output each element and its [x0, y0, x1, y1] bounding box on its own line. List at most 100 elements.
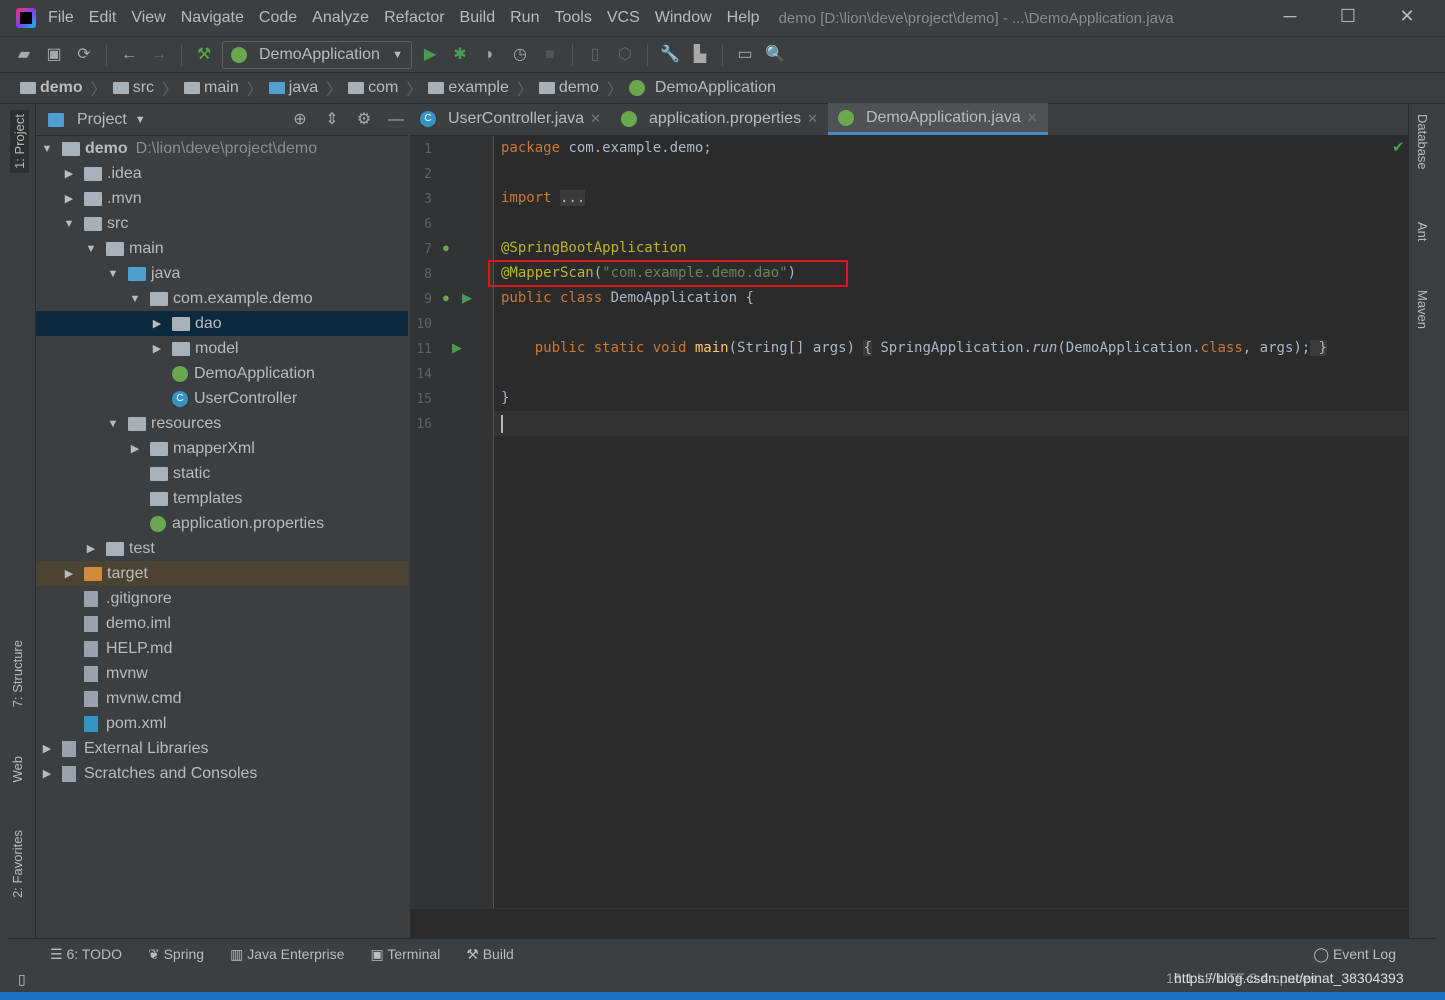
menu-file[interactable]: File — [48, 9, 74, 27]
tree-item[interactable]: ▶ dao — [36, 311, 408, 336]
collapsed-arrow-icon[interactable]: ▶ — [40, 742, 54, 755]
tree-item[interactable]: ▼ java — [36, 261, 408, 286]
tree-item[interactable]: demo.iml — [36, 611, 408, 636]
build-hammer-icon[interactable]: ⚒ — [192, 43, 216, 67]
tree-item[interactable]: pom.xml — [36, 711, 408, 736]
collapsed-arrow-icon[interactable]: ▶ — [84, 542, 98, 555]
chevron-down-icon[interactable]: ▼ — [135, 114, 146, 126]
tool-tab-todo[interactable]: ☰ 6: TODO — [50, 946, 122, 963]
tool-tab-spring[interactable]: ❦ Spring — [148, 946, 204, 963]
breadcrumb-item[interactable]: main 〉 — [184, 76, 263, 100]
maximize-button[interactable]: ☐ — [1328, 6, 1368, 27]
tree-item[interactable]: ▶ model — [36, 336, 408, 361]
expanded-arrow-icon[interactable]: ▼ — [40, 143, 54, 155]
profile-icon[interactable]: ◷ — [508, 43, 532, 67]
tool-tab-build[interactable]: ⚒ Build — [466, 946, 514, 963]
menu-code[interactable]: Code — [259, 9, 297, 27]
search-icon[interactable]: 🔍 — [763, 43, 787, 67]
breadcrumb-item[interactable]: java 〉 — [268, 76, 342, 100]
gear-icon[interactable]: ⚙ — [352, 108, 376, 132]
settings-wrench-icon[interactable]: 🔧 — [658, 43, 682, 67]
breadcrumb-item[interactable]: demo 〉 — [538, 76, 623, 100]
collapsed-arrow-icon[interactable]: ▶ — [62, 192, 76, 205]
tree-item[interactable]: mvnw — [36, 661, 408, 686]
tree-item[interactable]: ▶ External Libraries — [36, 736, 408, 761]
collapsed-arrow-icon[interactable]: ▶ — [150, 342, 164, 355]
run-configuration-select[interactable]: DemoApplication ▼ — [222, 40, 412, 69]
menu-run[interactable]: Run — [510, 9, 539, 27]
tool-tab-ant[interactable]: Ant — [1415, 222, 1430, 242]
menu-window[interactable]: Window — [655, 9, 712, 27]
tree-item[interactable]: mvnw.cmd — [36, 686, 408, 711]
breadcrumb-item[interactable]: DemoApplication — [628, 79, 776, 97]
expanded-arrow-icon[interactable]: ▼ — [106, 418, 120, 430]
tree-item[interactable]: ▼ com.example.demo — [36, 286, 408, 311]
tree-item[interactable]: ▶ .mvn — [36, 186, 408, 211]
device-icon[interactable]: ▯ — [583, 43, 607, 67]
hide-icon[interactable]: — — [384, 108, 408, 132]
run-anything-icon[interactable]: ▭ — [733, 43, 757, 67]
menu-build[interactable]: Build — [460, 9, 496, 27]
spring-bean-gutter-icon[interactable]: ● — [442, 240, 450, 255]
sync-icon[interactable]: ⟳ — [72, 43, 96, 67]
open-icon[interactable]: ▰ — [12, 43, 36, 67]
tree-item[interactable]: application.properties — [36, 511, 408, 536]
editor-tab[interactable]: DemoApplication.java ✕ — [827, 103, 1048, 135]
tree-item[interactable]: ▼ src — [36, 211, 408, 236]
save-icon[interactable]: ▣ — [42, 43, 66, 67]
collapsed-arrow-icon[interactable]: ▶ — [62, 567, 76, 580]
editor-tab[interactable]: application.properties ✕ — [611, 103, 828, 135]
breadcrumb-item[interactable]: src 〉 — [112, 76, 178, 100]
minimize-button[interactable]: ─ — [1270, 6, 1310, 27]
tree-item[interactable]: ▶ Scratches and Consoles — [36, 761, 408, 786]
stop-icon[interactable]: ■ — [538, 43, 562, 67]
tool-tab-structure[interactable]: 7: Structure — [10, 640, 25, 707]
tool-tab-favorites[interactable]: 2: Favorites — [10, 830, 25, 898]
tree-item[interactable]: .gitignore — [36, 586, 408, 611]
breadcrumb-item[interactable]: demo 〉 — [20, 76, 107, 100]
menu-tools[interactable]: Tools — [554, 9, 591, 27]
tool-tab-terminal[interactable]: ▣ Terminal — [370, 946, 440, 963]
tree-item[interactable]: ▼ main — [36, 236, 408, 261]
tree-item[interactable]: ▶ mapperXml — [36, 436, 408, 461]
collapsed-arrow-icon[interactable]: ▶ — [62, 167, 76, 180]
run-gutter-icon[interactable]: ▶ — [462, 290, 472, 306]
tool-tab-java-enterprise[interactable]: ▥ Java Enterprise — [230, 946, 344, 963]
project-view-select[interactable]: Project — [77, 111, 127, 129]
tree-item[interactable]: ▶ target — [36, 561, 408, 586]
editor-tab[interactable]: C UserController.java ✕ — [410, 103, 611, 135]
close-button[interactable]: ✕ — [1387, 6, 1427, 27]
locate-icon[interactable]: ⊕ — [288, 108, 312, 132]
coverage-icon[interactable]: ◗ — [478, 43, 502, 67]
tree-item[interactable]: static — [36, 461, 408, 486]
collapsed-arrow-icon[interactable]: ▶ — [40, 767, 54, 780]
collapse-all-icon[interactable]: ⇕ — [320, 108, 344, 132]
breadcrumb-item[interactable]: example 〉 — [428, 76, 533, 100]
tool-tab-project[interactable]: 1: Project — [10, 110, 29, 173]
close-tab-icon[interactable]: ✕ — [807, 111, 818, 127]
debug-icon[interactable]: ✱ — [448, 43, 472, 67]
spring-bean-gutter-icon[interactable]: ● — [442, 290, 450, 305]
tree-item[interactable]: HELP.md — [36, 636, 408, 661]
menu-refactor[interactable]: Refactor — [384, 9, 444, 27]
forward-icon[interactable]: → — [147, 43, 171, 67]
expanded-arrow-icon[interactable]: ▼ — [128, 293, 142, 305]
menu-help[interactable]: Help — [727, 9, 760, 27]
run-icon[interactable]: ▶ — [418, 43, 442, 67]
expanded-arrow-icon[interactable]: ▼ — [62, 218, 76, 230]
tree-item[interactable]: ▼ resources — [36, 411, 408, 436]
back-icon[interactable]: ← — [117, 43, 141, 67]
code-editor[interactable]: ✔ package com.example.demo; import ... @Sp… — [494, 136, 1408, 908]
tree-item[interactable]: ▼ demo D:\lion\deve\project\demo — [36, 136, 408, 161]
menu-navigate[interactable]: Navigate — [181, 9, 244, 27]
close-tab-icon[interactable]: ✕ — [590, 111, 601, 127]
tool-tab-web[interactable]: Web — [10, 756, 25, 783]
collapsed-arrow-icon[interactable]: ▶ — [128, 442, 142, 455]
menu-analyze[interactable]: Analyze — [312, 9, 369, 27]
run-gutter-icon[interactable]: ▶ — [452, 340, 462, 356]
tool-tab-database[interactable]: Database — [1415, 114, 1430, 170]
breadcrumb-item[interactable]: com 〉 — [348, 76, 422, 100]
tree-item[interactable]: templates — [36, 486, 408, 511]
tree-item[interactable]: C UserController — [36, 386, 408, 411]
tree-item[interactable]: ▶ test — [36, 536, 408, 561]
